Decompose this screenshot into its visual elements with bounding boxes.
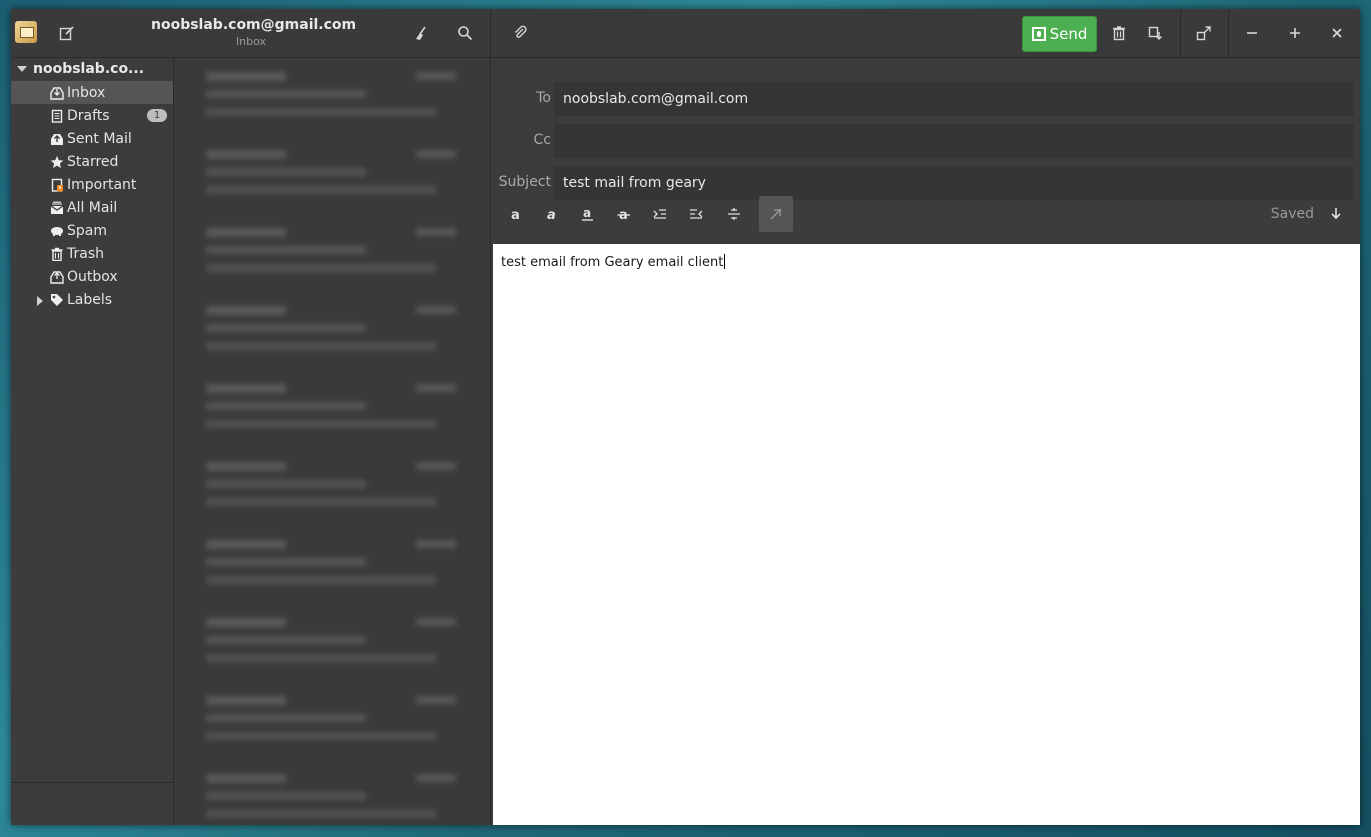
- list-item[interactable]: [196, 534, 456, 604]
- list-item[interactable]: [196, 456, 456, 526]
- subject-label: Subject: [498, 174, 551, 190]
- list-item[interactable]: [196, 612, 456, 682]
- send-label: Send: [1049, 25, 1088, 43]
- sidebar-item-spam[interactable]: Spam: [11, 219, 173, 242]
- list-item[interactable]: [196, 300, 456, 370]
- account-row[interactable]: noobslab.co...: [11, 60, 173, 80]
- maximize-plus-icon[interactable]: [1283, 21, 1307, 45]
- list-item[interactable]: [196, 222, 456, 292]
- text-caret: [724, 254, 726, 269]
- header-bar: noobslab.com@gmail.com Inbox Send: [11, 9, 1360, 58]
- underline-icon[interactable]: a: [571, 196, 605, 232]
- drafts-icon: [50, 109, 64, 123]
- message-list[interactable]: [174, 58, 491, 825]
- sidebar-item-all-mail[interactable]: All Mail: [11, 196, 173, 219]
- sidebar-item-labels[interactable]: Labels: [11, 288, 173, 311]
- sidebar-item-label: Spam: [67, 222, 107, 239]
- important-icon: [50, 178, 64, 192]
- format-toolbar: a a a a Saved: [496, 196, 1354, 232]
- compose-icon[interactable]: [55, 21, 79, 45]
- send-button[interactable]: Send: [1022, 16, 1097, 52]
- svg-text:a: a: [547, 208, 556, 221]
- empty-trash-broom-icon[interactable]: [409, 21, 433, 45]
- italic-icon[interactable]: a: [535, 196, 569, 232]
- insert-link-icon[interactable]: [759, 196, 793, 232]
- sidebar-item-label: Trash: [67, 245, 104, 262]
- list-item[interactable]: [196, 66, 456, 136]
- more-options-arrow-icon[interactable]: [1319, 196, 1353, 232]
- header-separator: [490, 9, 491, 57]
- sidebar-item-label: Sent Mail: [67, 130, 132, 147]
- to-field[interactable]: noobslab.com@gmail.com: [554, 82, 1354, 116]
- sidebar-item-inbox[interactable]: Inbox: [11, 81, 173, 104]
- sidebar-item-important[interactable]: Important: [11, 173, 173, 196]
- star-icon: [50, 155, 64, 169]
- sidebar-item-label: Drafts: [67, 107, 110, 124]
- attach-icon[interactable]: [508, 21, 532, 45]
- geary-app-icon[interactable]: [15, 21, 37, 43]
- detach-window-icon[interactable]: [1143, 21, 1167, 45]
- sent-icon: [50, 132, 64, 146]
- inbox-icon: [50, 86, 64, 100]
- sidebar-item-trash[interactable]: Trash: [11, 242, 173, 265]
- remove-format-icon[interactable]: [717, 196, 751, 232]
- cc-label: Cc: [533, 132, 551, 148]
- sidebar-item-label: Important: [67, 176, 137, 193]
- composer-pane: To noobslab.com@gmail.com Cc Subject tes…: [491, 58, 1360, 825]
- spam-icon: [50, 224, 64, 238]
- sidebar-item-starred[interactable]: Starred: [11, 150, 173, 173]
- sidebar-item-label: Labels: [67, 291, 113, 308]
- discard-trash-icon[interactable]: [1107, 21, 1131, 45]
- folder-sidebar: noobslab.co... Inbox Drafts 1 Sent Mail: [11, 58, 174, 825]
- tag-icon: [50, 293, 64, 307]
- cc-field[interactable]: [554, 124, 1354, 158]
- expand-triangle-icon[interactable]: [37, 296, 43, 306]
- list-item[interactable]: [196, 378, 456, 448]
- outbox-icon: [50, 270, 64, 284]
- svg-text:a: a: [511, 208, 520, 221]
- sidebar-item-label: Starred: [67, 153, 119, 170]
- indent-icon[interactable]: [643, 196, 677, 232]
- unmaximize-icon[interactable]: [1192, 21, 1216, 45]
- list-item[interactable]: [196, 690, 456, 760]
- folder-subtitle: Inbox: [235, 35, 267, 48]
- header-separator: [1180, 9, 1181, 57]
- expand-triangle-icon[interactable]: [17, 66, 27, 72]
- bold-icon[interactable]: a: [499, 196, 533, 232]
- list-item[interactable]: [196, 768, 456, 825]
- message-body-editor[interactable]: test email from Geary email client: [493, 244, 1360, 825]
- sidebar-footer: [11, 782, 173, 825]
- outdent-icon[interactable]: [679, 196, 713, 232]
- sidebar-item-label: Inbox: [67, 84, 106, 101]
- saved-status: Saved: [1270, 206, 1314, 222]
- list-item[interactable]: [196, 144, 456, 214]
- send-icon: [1031, 27, 1046, 41]
- strikethrough-icon[interactable]: a: [607, 196, 641, 232]
- sidebar-item-sent-mail[interactable]: Sent Mail: [11, 127, 173, 150]
- all-mail-icon: [50, 201, 64, 215]
- sidebar-item-label: Outbox: [67, 268, 118, 285]
- trash-icon: [50, 247, 64, 261]
- unread-count-badge: 1: [147, 109, 167, 122]
- sidebar-item-drafts[interactable]: Drafts 1: [11, 104, 173, 127]
- sidebar-item-outbox[interactable]: Outbox: [11, 265, 173, 288]
- header-separator: [1228, 9, 1229, 57]
- geary-window: noobslab.com@gmail.com Inbox Send noobsl…: [11, 9, 1360, 825]
- svg-text:a: a: [583, 207, 591, 220]
- to-label: To: [536, 90, 551, 106]
- account-title: noobslab.com@gmail.com: [151, 17, 357, 33]
- close-icon[interactable]: [1325, 21, 1349, 45]
- body-text: test email from Geary email client: [501, 255, 724, 270]
- search-icon[interactable]: [453, 21, 477, 45]
- subject-field[interactable]: test mail from geary: [554, 166, 1354, 200]
- minimize-icon[interactable]: [1240, 21, 1264, 45]
- sidebar-item-label: All Mail: [67, 199, 118, 216]
- account-name: noobslab.co...: [33, 61, 145, 77]
